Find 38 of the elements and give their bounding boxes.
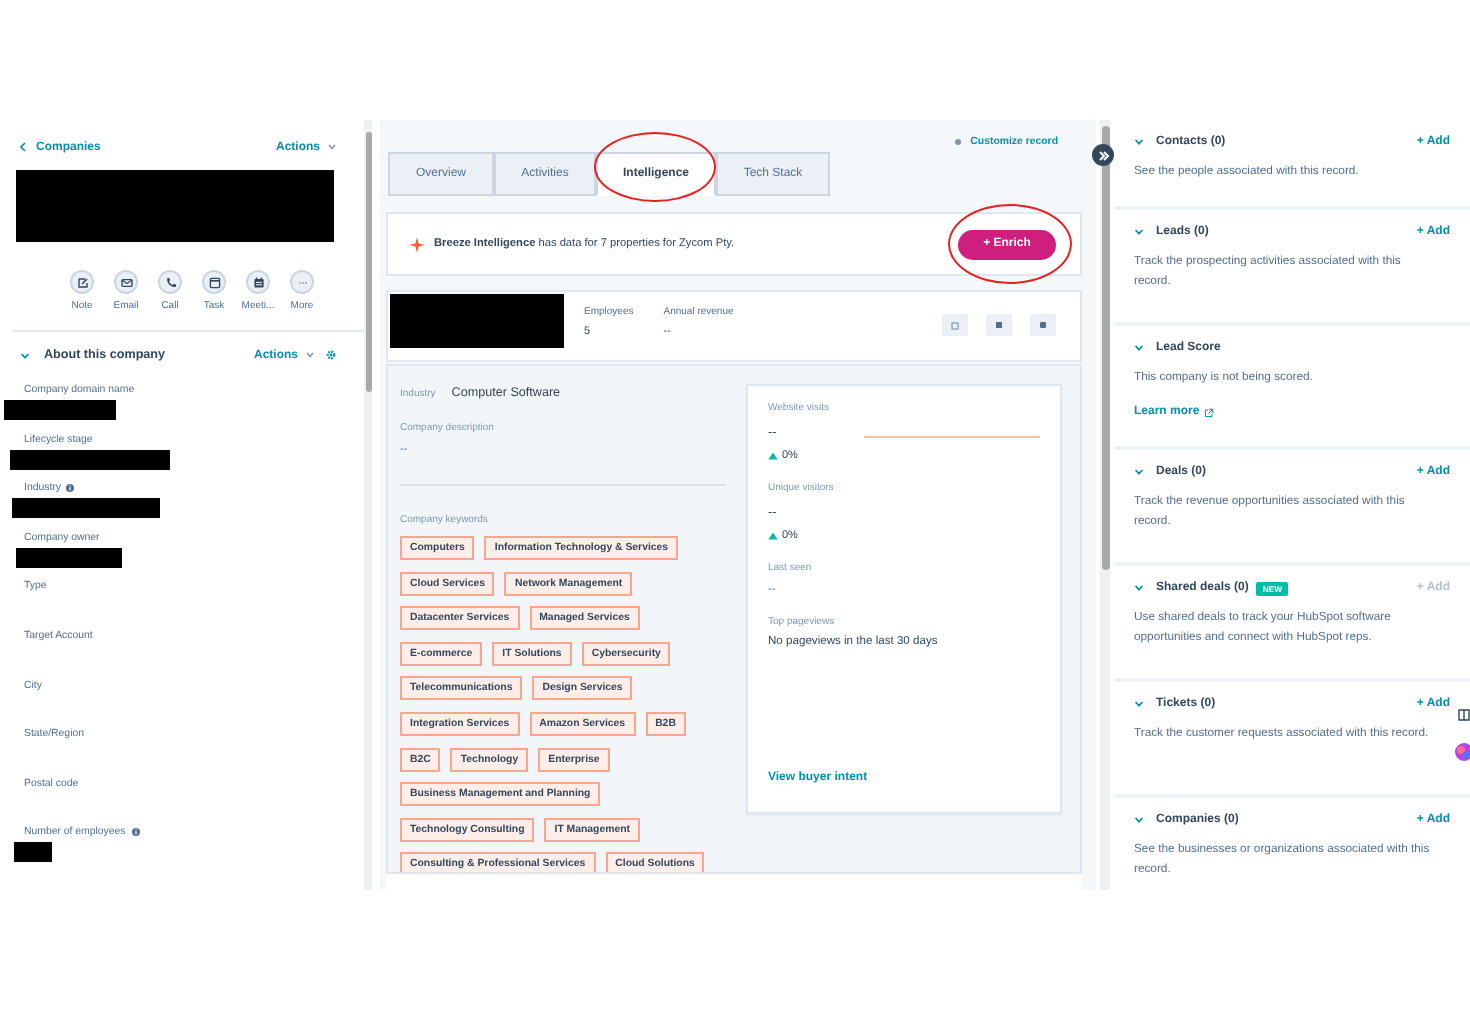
action-button[interactable] [202, 270, 226, 294]
triangle-up-icon [768, 532, 778, 540]
action-button[interactable] [246, 270, 270, 294]
chevron-icon[interactable] [1134, 700, 1144, 708]
caret-icon [328, 144, 336, 150]
calendar-icon [251, 275, 265, 289]
chevron-icon[interactable] [1134, 138, 1144, 146]
square-icon [994, 320, 1004, 330]
square-icon [1038, 320, 1048, 330]
note-icon [75, 275, 89, 289]
assistant-icon[interactable] [1454, 742, 1470, 762]
chevron-icon[interactable] [20, 351, 30, 359]
action-button[interactable] [158, 270, 182, 294]
book-icon[interactable] [1458, 708, 1470, 722]
action-button[interactable] [70, 270, 94, 294]
sparkle-icon [408, 235, 426, 253]
settings-icon [954, 138, 963, 146]
email-icon [119, 275, 133, 289]
chevron-left-icon [20, 142, 26, 152]
triangle-up-icon [768, 452, 778, 460]
action-button[interactable] [114, 270, 138, 294]
chevron-icon[interactable] [1134, 584, 1144, 592]
square-icon [950, 320, 960, 330]
settings-icon[interactable] [326, 350, 336, 360]
chevron-icon[interactable] [1134, 816, 1144, 824]
chevron-icon[interactable] [1134, 468, 1144, 476]
icon-button[interactable] [986, 314, 1012, 336]
caret-icon [306, 352, 314, 358]
chevron-icon[interactable] [1134, 344, 1144, 352]
chevron-icon[interactable] [1134, 228, 1144, 236]
double-chevron-icon [1097, 149, 1109, 161]
scrollbar[interactable] [1100, 120, 1110, 890]
scrollbar[interactable] [364, 120, 372, 890]
phone-icon [163, 275, 177, 289]
task-icon [207, 275, 221, 289]
collapse-button[interactable] [1092, 144, 1114, 166]
icon-button[interactable] [1030, 314, 1056, 336]
external-link-icon [1203, 407, 1214, 417]
